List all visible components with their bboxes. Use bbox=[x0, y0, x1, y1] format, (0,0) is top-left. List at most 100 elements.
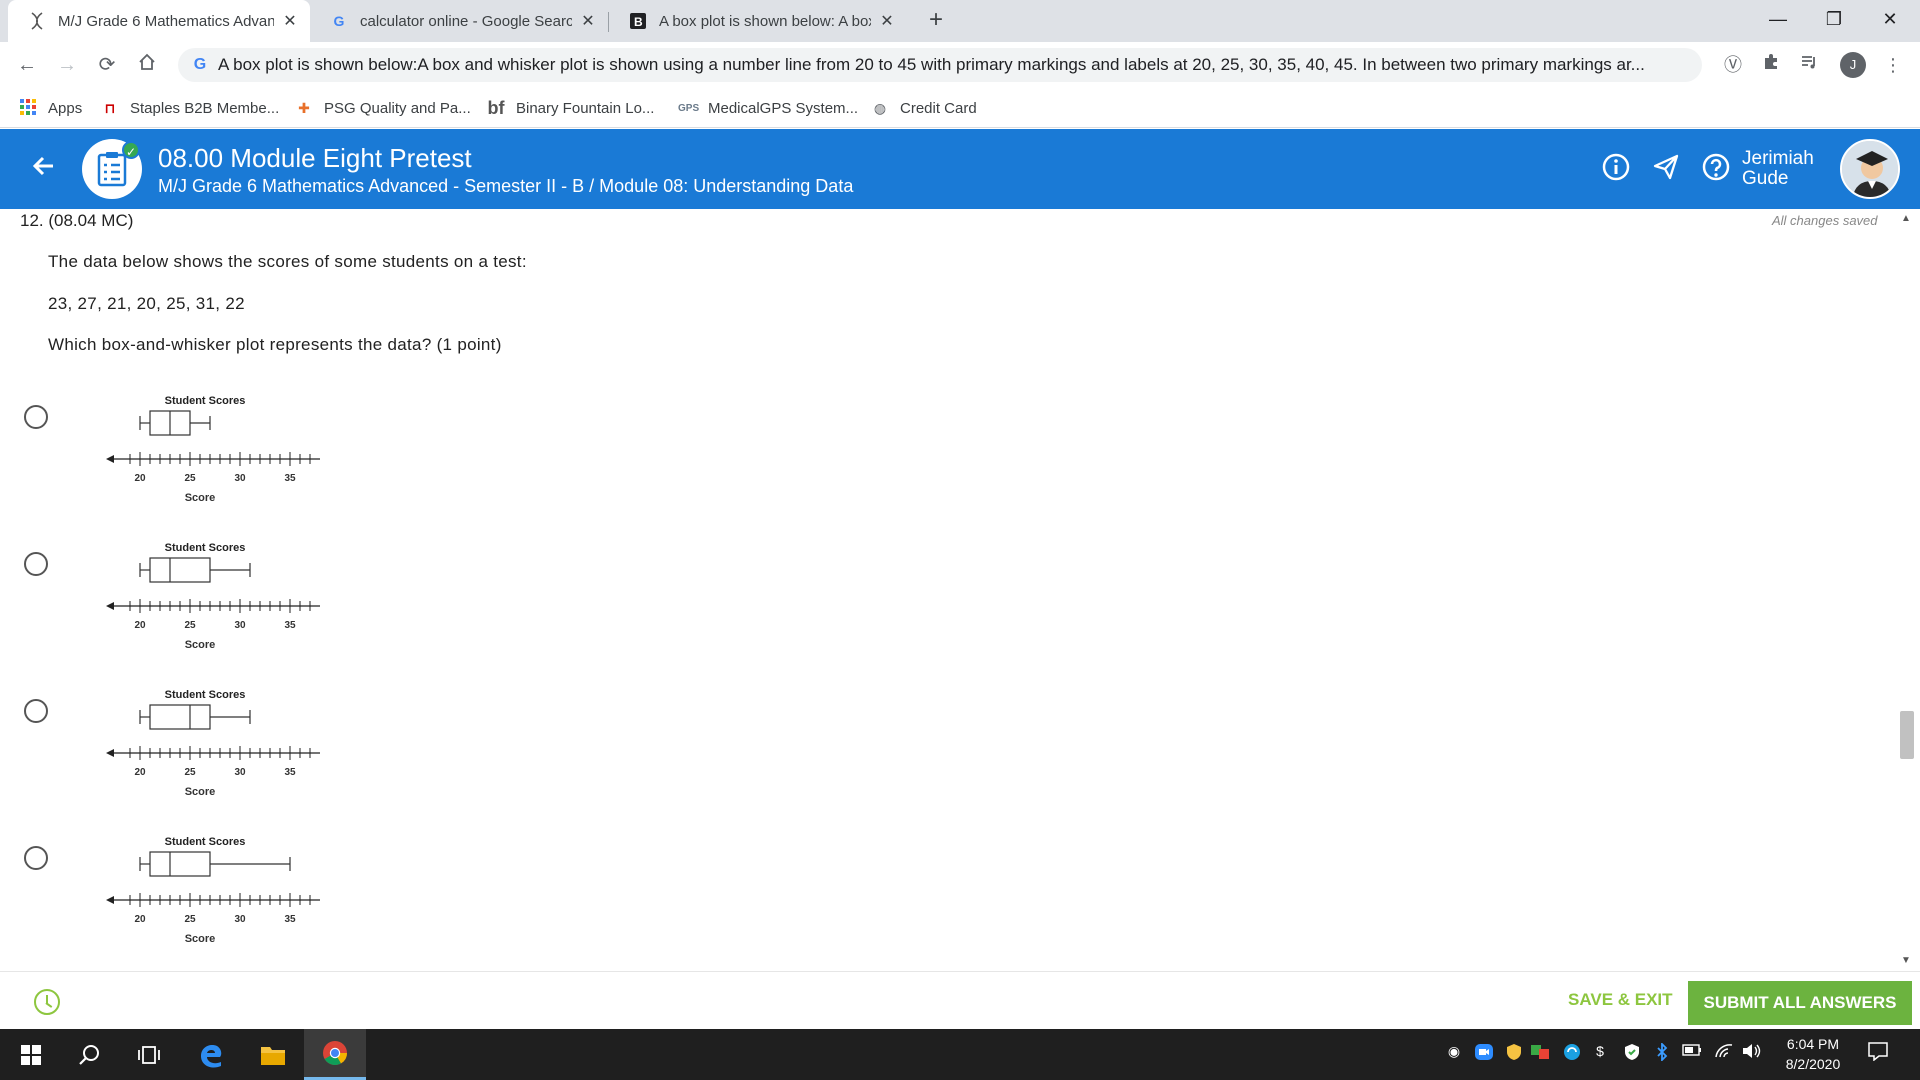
zoom-icon[interactable] bbox=[1474, 1043, 1494, 1065]
dollar-icon[interactable]: $ bbox=[1590, 1043, 1610, 1065]
clock-icon[interactable] bbox=[34, 989, 60, 1015]
search-icon[interactable] bbox=[58, 1029, 120, 1080]
wifi-icon[interactable] bbox=[1714, 1043, 1734, 1065]
close-window-button[interactable]: ✕ bbox=[1862, 0, 1918, 42]
tick-label: 35 bbox=[284, 914, 296, 925]
plot-title: Student Scores bbox=[165, 395, 246, 407]
google-icon: G bbox=[193, 56, 207, 73]
minimize-button[interactable]: — bbox=[1750, 0, 1806, 42]
answer-choice-c[interactable]: Student Scores 20 25 30 35 Score bbox=[24, 685, 324, 825]
sync-icon[interactable] bbox=[1562, 1043, 1582, 1065]
task-view-icon[interactable] bbox=[118, 1029, 180, 1080]
scroll-up-icon[interactable]: ▲ bbox=[1900, 213, 1912, 224]
x-axis-label: Score bbox=[185, 492, 216, 504]
bookmark-credit-card[interactable]: ◍ Credit Card bbox=[870, 96, 977, 120]
restore-button[interactable]: ❐ bbox=[1806, 0, 1862, 42]
send-message-icon[interactable] bbox=[1650, 153, 1682, 185]
medicalgps-icon: GPS bbox=[678, 102, 700, 114]
tick-label: 25 bbox=[184, 767, 196, 778]
close-tab-icon[interactable]: ✕ bbox=[280, 11, 300, 31]
tick-label: 30 bbox=[234, 620, 246, 631]
scroll-thumb[interactable] bbox=[1900, 711, 1914, 759]
tab-brainly[interactable]: B A box plot is shown below: A box ✕ bbox=[609, 0, 907, 42]
tick-label: 20 bbox=[134, 620, 146, 631]
left-arrow-icon bbox=[106, 455, 114, 463]
windows-taskbar: ◉ $ 6:04 PM 8/2/2020 bbox=[0, 1029, 1920, 1080]
app-tray-icon[interactable] bbox=[1530, 1043, 1550, 1065]
system-clock[interactable]: 6:04 PM 8/2/2020 bbox=[1768, 1034, 1858, 1074]
windows-start-icon[interactable] bbox=[0, 1029, 62, 1080]
clock-time: 6:04 PM bbox=[1786, 1036, 1840, 1052]
tick-label: 35 bbox=[284, 473, 296, 484]
user-name[interactable]: Jerimiah Gude bbox=[1742, 149, 1814, 189]
tick-label: 20 bbox=[134, 914, 146, 925]
tick-label: 20 bbox=[134, 767, 146, 778]
question-panel: 12. (08.04 MC) All changes saved The dat… bbox=[0, 209, 1920, 971]
brainly-icon: B bbox=[629, 12, 647, 30]
notification-icon[interactable] bbox=[1864, 1041, 1892, 1067]
answer-choice-a[interactable]: Student Scores 20 25 30 35 Score bbox=[24, 391, 324, 531]
bookmark-psg[interactable]: ✚ PSG Quality and Pa... bbox=[294, 96, 471, 120]
help-icon[interactable] bbox=[1700, 153, 1732, 185]
volume-icon[interactable] bbox=[1742, 1043, 1762, 1065]
security-shield-icon[interactable] bbox=[1504, 1043, 1524, 1065]
scrollbar[interactable]: ▲ ▼ bbox=[1896, 209, 1916, 971]
file-explorer-icon[interactable] bbox=[242, 1029, 304, 1080]
user-first-name: Jerimiah bbox=[1742, 148, 1814, 169]
answer-choice-b[interactable]: Student Scores 20 25 30 35 Score bbox=[24, 538, 324, 678]
back-arrow-icon[interactable]: ← bbox=[12, 50, 42, 80]
page-title: 08.00 Module Eight Pretest bbox=[158, 143, 472, 173]
svg-text:B: B bbox=[634, 15, 643, 29]
iqr-box bbox=[149, 557, 211, 583]
chrome-icon[interactable] bbox=[304, 1029, 366, 1080]
tab-google[interactable]: G calculator online - Google Search ✕ bbox=[310, 0, 608, 42]
radio-button[interactable] bbox=[24, 405, 48, 429]
box-plot-a: Student Scores 20 25 30 35 Score bbox=[106, 395, 320, 504]
bluetooth-icon[interactable] bbox=[1652, 1041, 1672, 1065]
record-icon[interactable]: ◉ bbox=[1444, 1043, 1464, 1065]
reload-icon[interactable]: ⟳ bbox=[92, 50, 122, 80]
bookmark-medicalgps[interactable]: GPS MedicalGPS System... bbox=[678, 96, 858, 120]
radio-button[interactable] bbox=[24, 552, 48, 576]
screen: M/J Grade 6 Mathematics Advanced ✕ G cal… bbox=[0, 0, 1920, 1080]
radio-button[interactable] bbox=[24, 699, 48, 723]
bookmark-label: Apps bbox=[48, 99, 83, 117]
home-icon[interactable] bbox=[132, 50, 162, 80]
info-icon[interactable] bbox=[1600, 153, 1632, 185]
tick-label: 35 bbox=[284, 620, 296, 631]
submit-all-answers-button[interactable]: SUBMIT ALL ANSWERS bbox=[1688, 981, 1912, 1025]
close-tab-icon[interactable]: ✕ bbox=[578, 11, 598, 31]
tick-label: 20 bbox=[134, 473, 146, 484]
save-exit-button[interactable]: SAVE & EXIT bbox=[1568, 990, 1673, 1010]
answer-choice-d[interactable]: Student Scores 20 25 30 35 Score bbox=[24, 832, 324, 972]
bookmark-staples[interactable]: ⊓ Staples B2B Membe... bbox=[100, 96, 279, 120]
address-bar[interactable]: G A box plot is shown below:A box and wh… bbox=[178, 48, 1702, 82]
question-data: 23, 27, 21, 20, 25, 31, 22 bbox=[48, 294, 245, 313]
extension-v-icon[interactable]: Ⓥ bbox=[1720, 52, 1746, 78]
checklist-icon: ✓ bbox=[82, 139, 142, 199]
bookmark-binary-fountain[interactable]: bf Binary Fountain Lo... bbox=[486, 96, 655, 120]
tab-flvs[interactable]: M/J Grade 6 Mathematics Advanced ✕ bbox=[8, 0, 310, 42]
radio-button[interactable] bbox=[24, 846, 48, 870]
profile-avatar[interactable]: J bbox=[1840, 52, 1866, 78]
question-number: 12. (08.04 MC) bbox=[20, 211, 134, 230]
extensions-puzzle-icon[interactable] bbox=[1758, 52, 1784, 78]
avatar[interactable] bbox=[1840, 139, 1900, 199]
back-arrow-icon[interactable] bbox=[28, 153, 60, 185]
question-ask: Which box-and-whisker plot represents th… bbox=[48, 335, 502, 354]
defender-shield-icon[interactable] bbox=[1622, 1043, 1642, 1065]
iqr-box bbox=[149, 851, 211, 877]
battery-icon[interactable] bbox=[1682, 1043, 1702, 1065]
new-tab-button[interactable]: + bbox=[922, 6, 950, 34]
kebab-menu-icon[interactable]: ⋮ bbox=[1880, 52, 1906, 78]
plot-title: Student Scores bbox=[165, 689, 246, 701]
media-control-icon[interactable] bbox=[1796, 52, 1822, 78]
assessment-footer: SAVE & EXIT SUBMIT ALL ANSWERS bbox=[0, 971, 1920, 1029]
edge-icon[interactable] bbox=[180, 1029, 242, 1080]
bookmark-apps[interactable]: Apps bbox=[18, 96, 82, 120]
scroll-down-icon[interactable]: ▼ bbox=[1900, 955, 1912, 966]
box-plot-b: Student Scores 20 25 30 35 Score bbox=[106, 542, 320, 651]
x-axis-label: Score bbox=[185, 933, 216, 945]
close-tab-icon[interactable]: ✕ bbox=[877, 11, 897, 31]
forward-arrow-icon[interactable]: → bbox=[52, 50, 82, 80]
